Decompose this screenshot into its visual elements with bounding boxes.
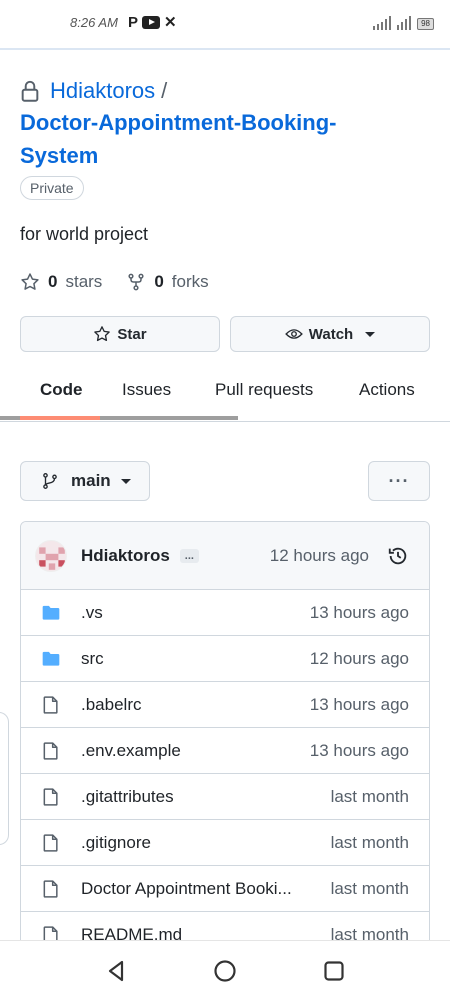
- commit-author[interactable]: Hdiaktoros: [81, 546, 170, 566]
- more-options-button[interactable]: ···: [368, 461, 430, 501]
- eye-icon: [284, 329, 303, 339]
- star-icon: [94, 326, 111, 342]
- tab-code[interactable]: Code: [40, 380, 83, 400]
- file-rows: .vs 13 hours ago src 12 hours ago .babelrc 13…: [21, 590, 429, 958]
- file-icon: [43, 741, 58, 760]
- file-row[interactable]: .env.example 13 hours ago: [21, 728, 429, 774]
- file-row[interactable]: src 12 hours ago: [21, 636, 429, 682]
- file-row[interactable]: .gitattributes last month: [21, 774, 429, 820]
- android-nav-bar: [0, 940, 450, 1000]
- file-icon: [43, 787, 58, 806]
- forks-count-link[interactable]: 0 forks: [126, 272, 209, 292]
- folder-icon: [42, 651, 60, 666]
- stars-count: 0: [48, 272, 58, 291]
- star-button[interactable]: Star: [20, 316, 220, 352]
- tab-issues[interactable]: Issues: [122, 380, 171, 400]
- chevron-down-icon: [365, 331, 376, 337]
- signal-icon: [373, 16, 392, 30]
- file-icon: [43, 879, 58, 898]
- file-commit-time[interactable]: last month: [331, 879, 409, 899]
- repo-description: for world project: [20, 224, 149, 244]
- file-commit-time[interactable]: 13 hours ago: [310, 695, 409, 715]
- forks-count: 0: [154, 272, 164, 291]
- commit-time[interactable]: 12 hours ago: [270, 546, 369, 566]
- star-button-label: Star: [117, 325, 147, 343]
- fork-icon: [128, 273, 144, 291]
- owner-link[interactable]: Hdiaktoros: [50, 78, 155, 104]
- file-commit-time[interactable]: 13 hours ago: [310, 741, 409, 761]
- tab-pull-requests[interactable]: Pull requests: [215, 380, 313, 400]
- notification-icons: P ✕: [128, 13, 177, 32]
- file-row[interactable]: Doctor Appointment Booki... last month: [21, 866, 429, 912]
- file-icon: [43, 695, 58, 714]
- stars-label: stars: [65, 272, 103, 291]
- file-row[interactable]: .vs 13 hours ago: [21, 590, 429, 636]
- repo-counts: 0 stars 0 forks: [20, 272, 233, 292]
- file-commit-time[interactable]: last month: [331, 787, 409, 807]
- file-commit-time[interactable]: last month: [331, 833, 409, 853]
- commit-message-toggle[interactable]: ...: [179, 548, 199, 563]
- file-name[interactable]: .gitignore: [81, 833, 151, 853]
- file-name[interactable]: .gitattributes: [81, 787, 174, 807]
- avatar[interactable]: [35, 539, 67, 572]
- tab-actions[interactable]: Actions: [359, 380, 415, 400]
- file-name[interactable]: .babelrc: [81, 695, 141, 715]
- active-tab-indicator: [20, 416, 100, 420]
- chevron-down-icon: [120, 478, 131, 484]
- file-name[interactable]: Doctor Appointment Booki...: [81, 879, 292, 899]
- path-separator: /: [161, 78, 168, 103]
- lock-icon: [21, 80, 39, 102]
- file-commit-time[interactable]: 12 hours ago: [310, 649, 409, 669]
- youtube-notification-icon: [142, 15, 161, 29]
- file-name[interactable]: .env.example: [81, 741, 181, 761]
- status-time: 8:26 AM: [70, 15, 118, 30]
- watch-button[interactable]: Watch: [230, 316, 430, 352]
- repo-tabs: Code Issues Pull requests Actions: [0, 372, 450, 422]
- file-list: Hdiaktoros ... 12 hours ago .vs 13 hours …: [20, 521, 430, 1000]
- back-icon[interactable]: [105, 959, 129, 983]
- x-notification-icon: ✕: [164, 14, 177, 31]
- identicon-icon: [39, 546, 65, 570]
- signal-icon-2: [397, 16, 412, 30]
- repo-name-link[interactable]: Doctor-Appointment-Booking-System: [20, 106, 350, 172]
- watch-button-label: Watch: [308, 325, 354, 343]
- stars-count-link[interactable]: 0 stars: [20, 272, 102, 292]
- latest-commit: Hdiaktoros ... 12 hours ago: [21, 522, 429, 590]
- status-bar: 8:26 AM P ✕ 98: [0, 0, 450, 50]
- branch-name: main: [71, 471, 111, 490]
- star-icon: [21, 273, 39, 290]
- forks-label: forks: [171, 272, 209, 291]
- battery-icon: 98: [417, 18, 434, 30]
- branch-icon: [43, 473, 57, 489]
- side-panel-handle[interactable]: [0, 712, 9, 845]
- home-icon[interactable]: [213, 959, 237, 983]
- history-icon[interactable]: [387, 545, 409, 567]
- branch-selector[interactable]: main: [20, 461, 150, 501]
- parking-notification-icon: P: [128, 13, 139, 31]
- owner-line: Hdiaktoros /: [20, 78, 430, 104]
- file-commit-time[interactable]: 13 hours ago: [310, 603, 409, 623]
- file-name[interactable]: .vs: [81, 603, 103, 623]
- file-icon: [43, 833, 58, 852]
- folder-icon: [42, 605, 60, 620]
- repo-header: Hdiaktoros / Doctor-Appointment-Booking-…: [20, 78, 430, 200]
- visibility-badge: Private: [20, 176, 84, 200]
- file-row[interactable]: .gitignore last month: [21, 820, 429, 866]
- file-row[interactable]: .babelrc 13 hours ago: [21, 682, 429, 728]
- file-name[interactable]: src: [81, 649, 104, 669]
- system-icons: 98: [373, 16, 434, 30]
- recent-apps-icon[interactable]: [322, 959, 346, 983]
